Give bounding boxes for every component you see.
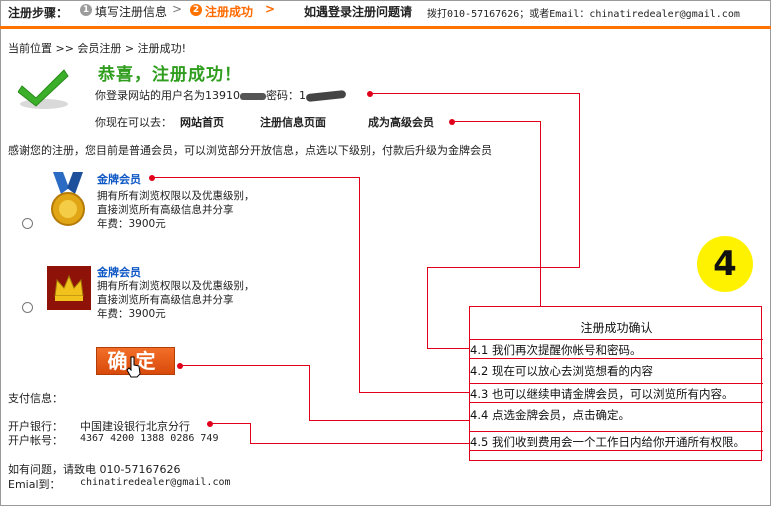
connector-line — [309, 365, 310, 421]
contact-email-value: chinatiredealer@gmail.com — [80, 477, 231, 488]
step-bar-divider — [0, 26, 771, 29]
chevron-right-icon: > — [265, 2, 276, 16]
step-bar: 注册步骤： 1 填写注册信息 > 2 注册成功 > 如遇登录注册问题请 拨打01… — [0, 0, 771, 29]
plan-2-line2: 直接浏览所有高级信息并分享 — [97, 294, 234, 306]
callout-item: 4.5 我们收到费用会一个工作日内给你开通所有权限。 — [470, 431, 763, 451]
connector-line — [180, 365, 310, 366]
step-number-badge: 4 — [697, 236, 753, 292]
goto-label: 你现在可以去： — [95, 116, 172, 129]
breadcrumb: 当前位置 >> 会员注册 > 注册成功! — [8, 42, 187, 55]
account-password-text: 密码：1 — [266, 89, 306, 102]
plan-1-title: 金牌会员 — [97, 173, 141, 186]
connector-line — [250, 423, 251, 444]
plan-2-line1: 拥有所有浏览权限以及优惠级别， — [97, 280, 255, 292]
callout-heading: 注册成功确认 — [580, 321, 653, 335]
connector-dot — [149, 175, 155, 181]
help-contact-text: 拨打010-57167626；或者Email：chinatiredealer@g… — [427, 9, 740, 20]
step-1-label: 填写注册信息 — [95, 5, 168, 19]
connector-line — [250, 443, 471, 444]
hand-cursor-icon — [126, 356, 141, 378]
account-value: 4367 4200 1388 0286 749 — [80, 433, 219, 444]
thanks-text: 感谢您的注册，您目前是普通会员，可以浏览部分开放信息，点选以下级别，付款后升级为… — [8, 144, 492, 157]
step-2-label: 注册成功 — [205, 5, 254, 19]
connector-line — [309, 420, 471, 421]
plan-1-line1: 拥有所有浏览权限以及优惠级别， — [97, 190, 255, 202]
success-title: 恭喜，注册成功！ — [98, 65, 242, 85]
payment-title: 支付信息： — [8, 392, 63, 405]
connector-dot — [449, 119, 455, 125]
redacted-username — [240, 92, 266, 100]
gold-medal-icon — [51, 172, 85, 226]
account-username-text: 你登录网站的用户名为13910 — [95, 89, 240, 102]
connector-line — [579, 93, 580, 267]
connector-dot — [367, 91, 373, 97]
connector-dot — [207, 421, 213, 427]
step-bar-label: 注册步骤： — [8, 6, 69, 20]
connector-line — [370, 93, 580, 94]
account-info: 你登录网站的用户名为13910 密码：1 — [95, 87, 347, 103]
connector-line — [210, 423, 251, 424]
connector-line — [152, 177, 360, 178]
plan-2-radio[interactable] — [22, 302, 33, 313]
registration-info-link[interactable]: 注册信息页面 — [260, 114, 326, 130]
connector-line — [359, 392, 471, 393]
contact-email-label: Emial到： — [8, 478, 61, 491]
callout-item: 4.2 现在可以放心去浏览想看的内容 — [470, 364, 653, 378]
connector-line — [452, 121, 541, 122]
callout-item: 4.3 也可以继续申请金牌会员，可以浏览所有内容。 — [470, 383, 763, 403]
account-label: 开户帐号： — [8, 434, 63, 447]
step-2-number: 2 — [190, 4, 202, 16]
annotation-callout: 注册成功确认 4.1 我们再次提醒你帐号和密码。 4.2 现在可以放心去浏览想看… — [469, 306, 763, 461]
callout-item: 4.4 点选金牌会员，点击确定。 — [470, 408, 630, 422]
bank-value: 中国建设银行北京分行 — [80, 420, 190, 433]
connector-dot — [177, 363, 183, 369]
connector-line — [427, 267, 428, 349]
success-check-icon — [18, 69, 69, 109]
crown-icon — [47, 266, 91, 310]
callout-item: 4.1 我们再次提醒你帐号和密码。 — [470, 339, 763, 359]
connector-line — [427, 267, 580, 268]
plan-1-line2: 直接浏览所有高级信息并分享 — [97, 204, 234, 216]
become-premium-link[interactable]: 成为高级会员 — [368, 114, 434, 130]
redacted-password — [305, 89, 347, 103]
chevron-right-icon: > — [172, 2, 183, 16]
connector-line — [359, 177, 360, 393]
step-1-number: 1 — [80, 4, 92, 16]
plan-2-fee: 年费：3900元 — [97, 308, 166, 320]
contact-phone: 如有问题，请致电 010-57167626 — [8, 463, 181, 476]
connector-line — [427, 348, 471, 349]
plan-1-fee: 年费：3900元 — [97, 218, 166, 230]
help-title: 如遇登录注册问题请 — [304, 5, 413, 19]
plan-1-radio[interactable] — [22, 218, 33, 229]
home-link[interactable]: 网站首页 — [180, 114, 224, 130]
